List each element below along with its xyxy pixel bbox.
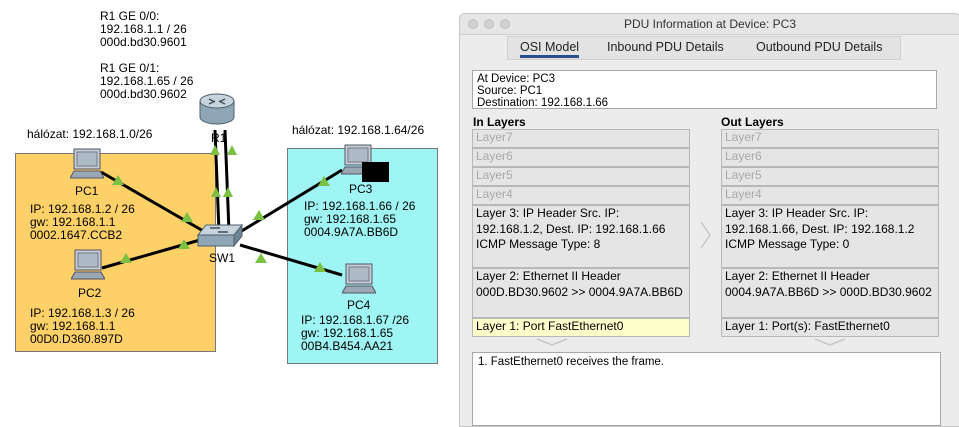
out-layer-5[interactable]: Layer5 (721, 167, 939, 186)
in-layer-5[interactable]: Layer5 (472, 167, 690, 186)
link-status-triangle (181, 212, 193, 222)
link-r1-sw1-a (213, 129, 221, 233)
tab-inbound-pdu-details[interactable]: Inbound PDU Details (607, 40, 724, 54)
info-destination: Destination: 192.168.1.66 (477, 97, 609, 109)
in-layer-1[interactable]: Layer 1: Port FastEthernet0 (472, 318, 690, 337)
in-layers-heading: In Layers (473, 115, 526, 129)
info-at-device: At Device: PC3 (477, 73, 555, 85)
pc4-icon[interactable] (342, 263, 376, 295)
link-pc4-sw1 (239, 243, 343, 277)
link-status-triangle (253, 210, 265, 220)
out-layer-2[interactable]: Layer 2: Ethernet II Header 0004.9A7A.BB… (721, 268, 939, 318)
network-label-right: hálózat: 192.168.1.64/26 (292, 123, 425, 137)
network-label-left: hálózat: 192.168.1.0/26 (27, 127, 153, 141)
link-status-triangle (255, 253, 267, 263)
pdu-device-info: At Device: PC3 Source: PC1 Destination: … (472, 70, 937, 109)
in-layer-2[interactable]: Layer 2: Ethernet II Header 000D.BD30.96… (472, 268, 690, 318)
switch-icon[interactable] (196, 223, 244, 249)
pdu-envelope-icon (362, 162, 389, 182)
switch-label: SW1 (209, 251, 236, 265)
link-status-triangle (120, 253, 132, 263)
pc1-label: PC1 (75, 184, 99, 198)
pc4-label: PC4 (347, 298, 371, 312)
router-interface-info: R1 GE 0/0: 192.168.1.1 / 26 000d.bd30.96… (100, 9, 194, 101)
in-layer-4[interactable]: Layer4 (472, 186, 690, 205)
tab-outbound-pdu-details[interactable]: Outbound PDU Details (756, 40, 882, 54)
pc2-info: IP: 192.168.1.3 / 26 gw: 192.168.1.1 00D… (30, 306, 135, 346)
topology-canvas[interactable]: R1 SW1 PC1 IP: 192.168.1.2 / 26 gw: 192.… (0, 0, 460, 425)
tab-osi-model[interactable]: OSI Model (520, 40, 580, 58)
pdu-description-text: 1. FastEthernet0 receives the frame. (478, 356, 665, 368)
pdu-info-window: PDU Information at Device: PC3 OSI Model… (459, 13, 959, 427)
pc3-label: PC3 (349, 182, 373, 196)
out-layer-3[interactable]: Layer 3: IP Header Src. IP: 192.168.1.66… (721, 205, 939, 268)
chevron-down-icon (814, 338, 846, 346)
out-layer-6[interactable]: Layer6 (721, 148, 939, 167)
out-layers-heading: Out Layers (721, 115, 784, 129)
info-source: Source: PC1 (477, 85, 543, 97)
in-layer-3[interactable]: Layer 3: IP Header Src. IP: 192.168.1.2,… (472, 205, 690, 268)
chevron-down-icon (536, 338, 568, 346)
pc3-icon[interactable] (341, 144, 389, 182)
pc1-icon[interactable] (70, 148, 104, 180)
link-status-triangle (227, 145, 237, 155)
pc4-info: IP: 192.168.1.67 /26 gw: 192.168.1.65 00… (301, 313, 410, 353)
link-r1-sw1-b (223, 129, 231, 233)
pc2-label: PC2 (78, 286, 102, 300)
link-status-triangle (210, 145, 220, 155)
out-layer-7[interactable]: Layer7 (721, 129, 939, 148)
link-status-triangle (223, 187, 233, 197)
router-label: R1 (211, 131, 227, 145)
out-layer-1[interactable]: Layer 1: Port(s): FastEthernet0 (721, 318, 939, 337)
in-layer-7[interactable]: Layer7 (472, 129, 690, 148)
tab-bar: OSI Model Inbound PDU Details Outbound P… (507, 36, 901, 60)
window-titlebar: PDU Information at Device: PC3 (460, 14, 959, 35)
link-status-triangle (211, 187, 221, 197)
pc2-icon[interactable] (71, 249, 105, 281)
in-layer-6[interactable]: Layer6 (472, 148, 690, 167)
out-layer-4[interactable]: Layer4 (721, 186, 939, 205)
pc3-info: IP: 192.168.1.66 / 26 gw: 192.168.1.65 0… (304, 199, 416, 239)
pc1-info: IP: 192.168.1.2 / 26 gw: 192.168.1.1 000… (30, 202, 135, 242)
router-icon[interactable] (197, 93, 237, 129)
window-title: PDU Information at Device: PC3 (623, 17, 797, 31)
pdu-description-box[interactable]: 1. FastEthernet0 receives the frame. (472, 352, 941, 426)
chevron-right-icon (700, 221, 711, 249)
